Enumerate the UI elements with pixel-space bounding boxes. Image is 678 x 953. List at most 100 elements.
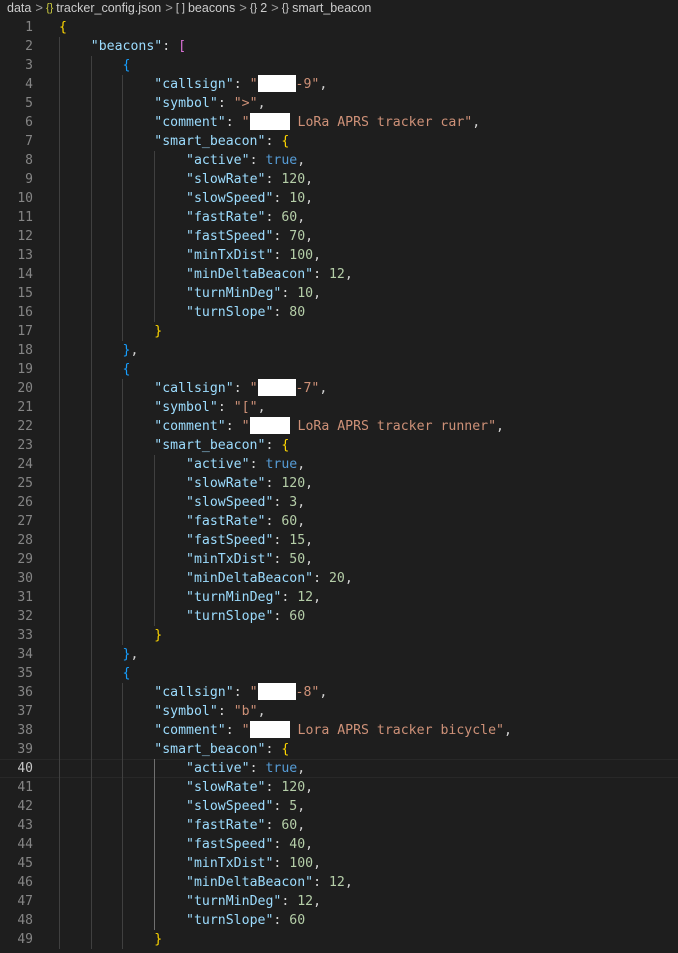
breadcrumb-array-label: beacons: [187, 1, 236, 15]
code-token: "slowSpeed": [186, 495, 274, 510]
code-token: true: [265, 153, 298, 168]
code-line[interactable]: 36 "callsign": " -8",: [0, 683, 678, 702]
code-token: ,: [257, 96, 266, 111]
line-number: 27: [17, 514, 33, 529]
indent-guide: [154, 759, 155, 930]
code-token: ,: [297, 818, 306, 833]
code-token: "fastRate": [186, 514, 266, 529]
code-line[interactable]: 45 "minTxDist": 100,: [0, 854, 678, 873]
code-line[interactable]: 34 },: [0, 645, 678, 664]
code-line[interactable]: 4 "callsign": " -9",: [0, 75, 678, 94]
code-token: -7: [295, 381, 312, 396]
line-number: 47: [17, 894, 33, 909]
code-line[interactable]: 12 "fastSpeed": 70,: [0, 227, 678, 246]
code-text: "minDeltaBeacon": 20,: [59, 569, 353, 588]
code-token: :: [265, 780, 282, 795]
code-line[interactable]: 24 "active": true,: [0, 455, 678, 474]
code-line[interactable]: 30 "minDeltaBeacon": 20,: [0, 569, 678, 588]
code-line[interactable]: 16 "turnSlope": 80: [0, 303, 678, 322]
code-line[interactable]: 9 "slowRate": 120,: [0, 170, 678, 189]
code-line[interactable]: 41 "slowRate": 120,: [0, 778, 678, 797]
code-line[interactable]: 17 }: [0, 322, 678, 341]
code-token: :: [217, 96, 234, 111]
code-token: "minDeltaBeacon": [186, 571, 314, 586]
code-line[interactable]: 43 "fastRate": 60,: [0, 816, 678, 835]
code-line[interactable]: 31 "turnMinDeg": 12,: [0, 588, 678, 607]
code-token: 100: [289, 856, 314, 871]
code-line[interactable]: 3 {: [0, 56, 678, 75]
code-line[interactable]: 23 "smart_beacon": {: [0, 436, 678, 455]
code-token: ,: [305, 229, 314, 244]
line-number: 6: [25, 115, 33, 130]
code-line[interactable]: 1{: [0, 18, 678, 37]
code-line[interactable]: 49 }: [0, 930, 678, 949]
line-number: 22: [17, 419, 33, 434]
code-token: ": [249, 400, 258, 415]
code-token: :: [225, 723, 242, 738]
code-token: ,: [305, 476, 314, 491]
breadcrumb-beacons-array[interactable]: [ ] beacons: [176, 0, 235, 16]
code-token: "turnSlope": [186, 913, 274, 928]
code-token: 60: [281, 210, 298, 225]
line-number: 43: [17, 818, 33, 833]
code-line[interactable]: 11 "fastRate": 60,: [0, 208, 678, 227]
code-line[interactable]: 42 "slowSpeed": 5,: [0, 797, 678, 816]
code-token: ,: [305, 780, 314, 795]
breadcrumb-file[interactable]: {} tracker_config.json: [46, 0, 161, 16]
code-line[interactable]: 40 "active": true,: [0, 759, 678, 778]
code-token: }: [154, 628, 163, 643]
code-token: ,: [344, 267, 353, 282]
code-text: "fastSpeed": 15,: [59, 531, 313, 550]
code-line[interactable]: 14 "minDeltaBeacon": 12,: [0, 265, 678, 284]
code-line[interactable]: 6 "comment": " LoRa APRS tracker car",: [0, 113, 678, 132]
code-token: :: [281, 286, 298, 301]
code-line[interactable]: 22 "comment": " LoRa APRS tracker runner…: [0, 417, 678, 436]
code-token: "slowRate": [186, 780, 266, 795]
line-number: 7: [25, 134, 33, 149]
code-line[interactable]: 46 "minDeltaBeacon": 12,: [0, 873, 678, 892]
code-line[interactable]: 27 "fastRate": 60,: [0, 512, 678, 531]
code-line[interactable]: 39 "smart_beacon": {: [0, 740, 678, 759]
code-line[interactable]: 35 {: [0, 664, 678, 683]
indent-guide: [91, 56, 92, 949]
code-token: ": [249, 704, 258, 719]
code-line[interactable]: 19 {: [0, 360, 678, 379]
code-text: "minDeltaBeacon": 12,: [59, 265, 353, 284]
code-line[interactable]: 38 "comment": " Lora APRS tracker bicycl…: [0, 721, 678, 740]
code-line[interactable]: 15 "turnMinDeg": 10,: [0, 284, 678, 303]
code-token: ,: [319, 77, 328, 92]
code-line[interactable]: 7 "smart_beacon": {: [0, 132, 678, 151]
code-token: "comment": [154, 419, 226, 434]
code-line[interactable]: 44 "fastSpeed": 40,: [0, 835, 678, 854]
code-token: :: [281, 894, 298, 909]
code-line[interactable]: 5 "symbol": ">",: [0, 94, 678, 113]
code-line[interactable]: 21 "symbol": "[",: [0, 398, 678, 417]
code-line[interactable]: 32 "turnSlope": 60: [0, 607, 678, 626]
code-token: ,: [305, 172, 314, 187]
code-token: ": [241, 723, 250, 738]
code-line[interactable]: 28 "fastSpeed": 15,: [0, 531, 678, 550]
code-line[interactable]: 8 "active": true,: [0, 151, 678, 170]
code-line[interactable]: 20 "callsign": " -7",: [0, 379, 678, 398]
breadcrumb-smart-beacon[interactable]: {} smart_beacon: [282, 0, 372, 16]
breadcrumb-folder-data[interactable]: data: [7, 0, 31, 16]
code-token: "slowSpeed": [186, 191, 274, 206]
code-line[interactable]: 26 "slowSpeed": 3,: [0, 493, 678, 512]
code-line[interactable]: 47 "turnMinDeg": 12,: [0, 892, 678, 911]
code-line[interactable]: 13 "minTxDist": 100,: [0, 246, 678, 265]
indent-guide: [154, 455, 155, 626]
code-line[interactable]: 10 "slowSpeed": 10,: [0, 189, 678, 208]
code-token: :: [313, 267, 329, 282]
code-line[interactable]: 25 "slowRate": 120,: [0, 474, 678, 493]
code-line[interactable]: 29 "minTxDist": 50,: [0, 550, 678, 569]
code-token: [: [241, 400, 250, 415]
code-editor[interactable]: 1{2 "beacons": [3 {4 "callsign": " -9", 5 …: [0, 18, 678, 953]
breadcrumb-index[interactable]: {} 2: [250, 0, 267, 16]
code-line[interactable]: 48 "turnSlope": 60: [0, 911, 678, 930]
code-line[interactable]: 18 },: [0, 341, 678, 360]
code-token: :: [273, 305, 290, 320]
code-line[interactable]: 2 "beacons": [: [0, 37, 678, 56]
code-line[interactable]: 33 }: [0, 626, 678, 645]
indent-guide: [122, 379, 123, 645]
code-line[interactable]: 37 "symbol": "b",: [0, 702, 678, 721]
